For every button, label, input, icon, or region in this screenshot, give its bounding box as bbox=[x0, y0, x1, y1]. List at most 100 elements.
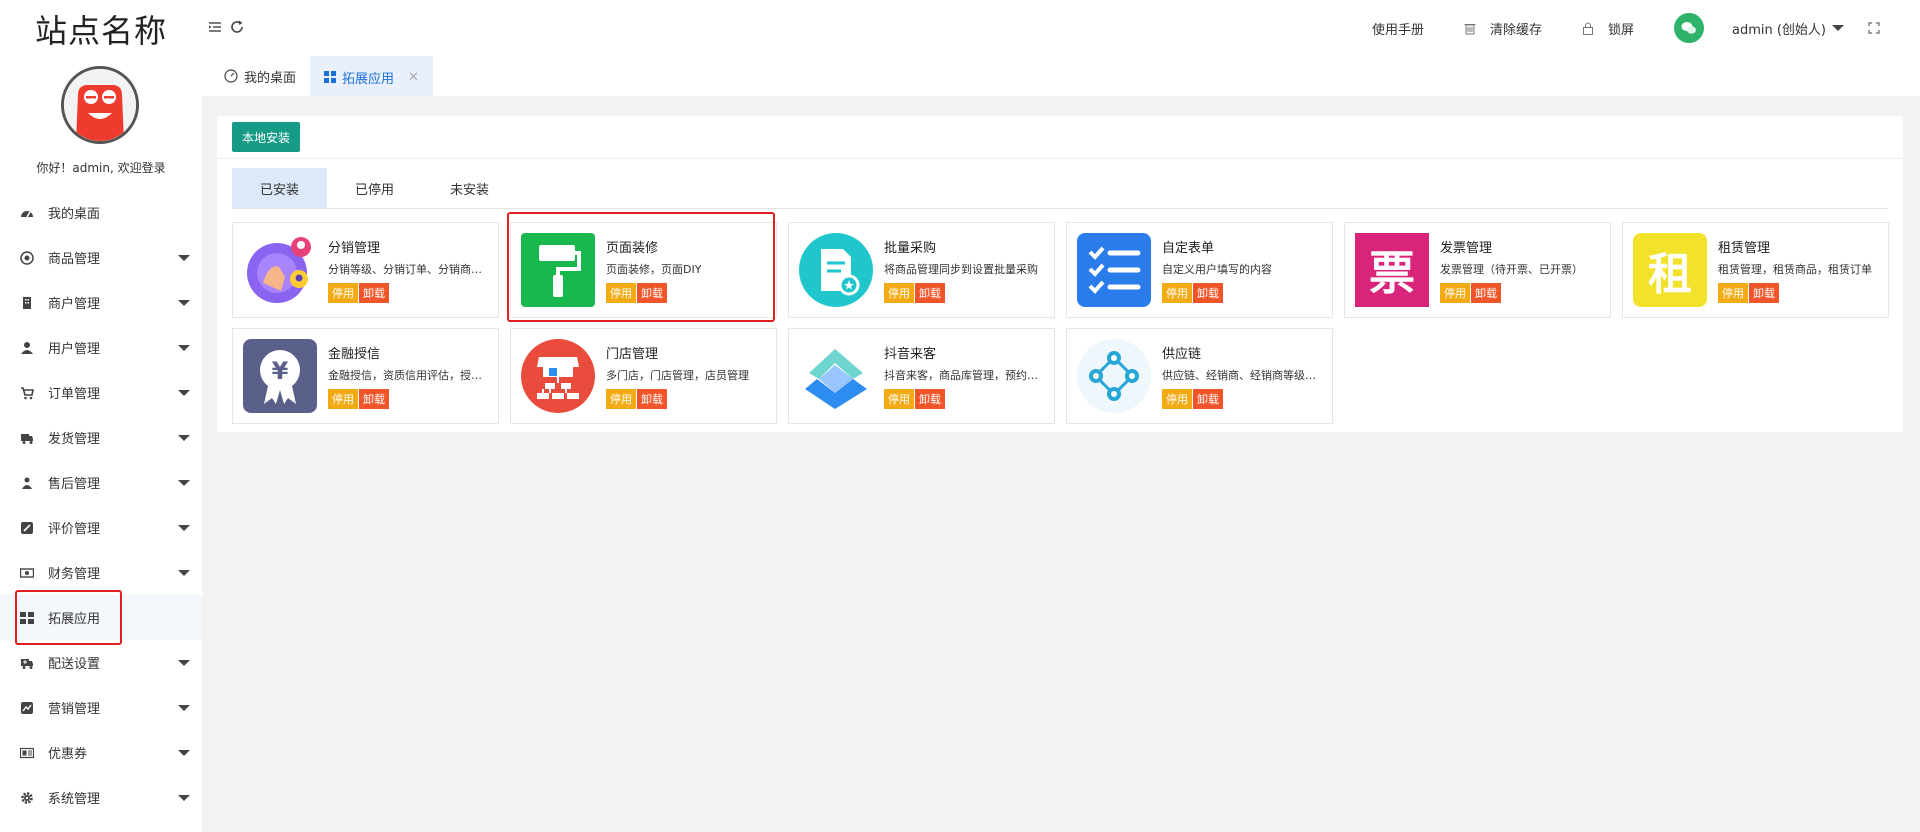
dashboard-icon bbox=[20, 206, 34, 220]
clear-cache-button[interactable]: 清除缓存 bbox=[1464, 19, 1542, 38]
uninstall-button[interactable]: 卸载 bbox=[637, 389, 667, 409]
app-description: 发票管理（待开票、已开票） bbox=[1440, 263, 1583, 276]
site-name: 站点名称 bbox=[34, 12, 167, 50]
building-icon bbox=[20, 296, 34, 310]
app-actions: 停用 卸载 bbox=[1162, 389, 1223, 409]
sidebar-item-users[interactable]: 用户管理 bbox=[0, 325, 202, 370]
app-actions: 停用 卸载 bbox=[606, 389, 667, 409]
sidebar-item-reviews[interactable]: 评价管理 bbox=[0, 505, 202, 550]
sidebar-item-coupons[interactable]: 优惠券 bbox=[0, 730, 202, 775]
disable-button[interactable]: 停用 bbox=[328, 389, 358, 409]
grid-icon bbox=[324, 71, 337, 83]
sidebar-item-label: 优惠券 bbox=[48, 747, 88, 762]
chevron-down-icon bbox=[178, 255, 190, 261]
close-icon[interactable]: ✕ bbox=[408, 70, 419, 85]
disable-button[interactable]: 停用 bbox=[884, 283, 914, 303]
disable-button[interactable]: 停用 bbox=[606, 389, 636, 409]
chevron-down-icon[interactable] bbox=[1832, 25, 1844, 31]
fullscreen-icon[interactable] bbox=[1868, 22, 1880, 34]
app-description: 多门店，门店管理，店员管理 bbox=[606, 369, 749, 382]
truck-icon bbox=[20, 431, 34, 445]
sidebar-item-orders[interactable]: 订单管理 bbox=[0, 370, 202, 415]
disable-button[interactable]: 停用 bbox=[328, 283, 358, 303]
sidebar-item-label: 配送设置 bbox=[48, 657, 101, 672]
app-card-page-decoration: 页面装修 页面装修，页面DIY 停用 卸载 bbox=[510, 222, 777, 318]
sidebar-item-merchant[interactable]: 商户管理 bbox=[0, 280, 202, 325]
tab-label: 我的桌面 bbox=[244, 70, 297, 86]
chevron-down-icon bbox=[178, 345, 190, 351]
app-actions: 停用 卸载 bbox=[606, 283, 667, 303]
lock-screen-button[interactable]: 锁屏 bbox=[1582, 19, 1634, 38]
install-status-tabs: 已安装 已停用 未安装 bbox=[232, 168, 517, 208]
welcome-text: 你好！admin, 欢迎登录 bbox=[36, 161, 166, 175]
user-menu[interactable]: admin (创始人) bbox=[1732, 19, 1826, 38]
app-description: 自定义用户填写的内容 bbox=[1162, 263, 1272, 276]
invoice-glyph: 票 bbox=[1369, 246, 1415, 300]
sidebar-item-label: 财务管理 bbox=[48, 567, 101, 582]
disable-button[interactable]: 停用 bbox=[1718, 283, 1748, 303]
app-title: 门店管理 bbox=[606, 347, 659, 362]
sidebar-item-extensions[interactable]: 拓展应用 bbox=[0, 595, 202, 640]
tab-extensions[interactable]: 拓展应用 ✕ bbox=[310, 56, 433, 96]
uninstall-button[interactable]: 卸载 bbox=[1193, 283, 1223, 303]
chevron-down-icon bbox=[178, 570, 190, 576]
chevron-down-icon bbox=[178, 750, 190, 756]
uninstall-button[interactable]: 卸载 bbox=[359, 283, 389, 303]
trash-icon bbox=[1464, 22, 1476, 35]
sidebar-item-finance[interactable]: 财务管理 bbox=[0, 550, 202, 595]
app-title: 自定表单 bbox=[1162, 241, 1215, 256]
app-card-finance-credit: ¥ 金融授信 金融授信，资质信用评估，授信额度 停用 卸载 bbox=[232, 328, 499, 424]
local-install-button[interactable]: 本地安装 bbox=[232, 122, 301, 152]
app-description: 抖音来客，商品库管理，预约管理 bbox=[884, 369, 1044, 382]
invoice-icon: 票 bbox=[1355, 233, 1429, 307]
tab-label: 拓展应用 bbox=[342, 71, 395, 87]
disable-button[interactable]: 停用 bbox=[884, 389, 914, 409]
page-tabs: 我的桌面 拓展应用 ✕ bbox=[202, 56, 1920, 96]
disable-button[interactable]: 停用 bbox=[1162, 283, 1192, 303]
subtab-not-installed[interactable]: 未安装 bbox=[422, 168, 517, 208]
uninstall-button[interactable]: 卸载 bbox=[915, 283, 945, 303]
uninstall-button[interactable]: 卸载 bbox=[1471, 283, 1501, 303]
disable-button[interactable]: 停用 bbox=[1440, 283, 1470, 303]
wechat-icon[interactable] bbox=[1673, 13, 1704, 43]
uninstall-button[interactable]: 卸载 bbox=[1193, 389, 1223, 409]
app-title: 发票管理 bbox=[1440, 241, 1493, 256]
finance-icon: ¥ bbox=[243, 339, 317, 413]
tab-dashboard[interactable]: 我的桌面 bbox=[210, 56, 310, 96]
chevron-down-icon bbox=[178, 795, 190, 801]
sidebar-item-label: 售后管理 bbox=[48, 477, 101, 492]
app-description: 供应链、经销商、经销商等级管理 bbox=[1162, 369, 1322, 382]
service-icon bbox=[20, 476, 34, 490]
sidebar-item-shipping[interactable]: 发货管理 bbox=[0, 415, 202, 460]
collapse-menu-icon[interactable] bbox=[208, 20, 222, 38]
disable-button[interactable]: 停用 bbox=[1162, 389, 1192, 409]
avatar[interactable] bbox=[61, 66, 139, 144]
sidebar-item-dashboard[interactable]: 我的桌面 bbox=[0, 190, 202, 235]
sidebar-item-label: 订单管理 bbox=[48, 387, 101, 402]
sidebar-item-label: 发货管理 bbox=[48, 432, 101, 447]
finance-glyph: ¥ bbox=[272, 357, 289, 385]
manual-link[interactable]: 使用手册 bbox=[1372, 19, 1424, 38]
grid-icon bbox=[20, 611, 34, 625]
app-actions: 停用 卸载 bbox=[1440, 283, 1501, 303]
subtab-disabled[interactable]: 已停用 bbox=[327, 168, 422, 208]
gauge-icon bbox=[224, 69, 238, 83]
checklist-icon bbox=[1077, 233, 1151, 307]
refresh-icon[interactable] bbox=[230, 20, 244, 38]
sidebar-item-aftersale[interactable]: 售后管理 bbox=[0, 460, 202, 505]
goods-icon bbox=[20, 250, 34, 265]
topbar: 使用手册 清除缓存 锁屏 admin (创始人) bbox=[202, 0, 1920, 56]
app-title: 批量采购 bbox=[884, 241, 937, 256]
disable-button[interactable]: 停用 bbox=[606, 283, 636, 303]
uninstall-button[interactable]: 卸载 bbox=[359, 389, 389, 409]
uninstall-button[interactable]: 卸载 bbox=[915, 389, 945, 409]
sidebar-item-delivery[interactable]: 配送设置 bbox=[0, 640, 202, 685]
sidebar-item-marketing[interactable]: 营销管理 bbox=[0, 685, 202, 730]
sidebar-item-system[interactable]: 系统管理 bbox=[0, 775, 202, 820]
subtab-installed[interactable]: 已安装 bbox=[232, 168, 327, 208]
uninstall-button[interactable]: 卸载 bbox=[1749, 283, 1779, 303]
delivery-icon bbox=[20, 656, 34, 670]
sidebar-item-goods[interactable]: 商品管理 bbox=[0, 235, 202, 280]
uninstall-button[interactable]: 卸载 bbox=[637, 283, 667, 303]
sidebar-item-label: 商品管理 bbox=[48, 252, 101, 267]
